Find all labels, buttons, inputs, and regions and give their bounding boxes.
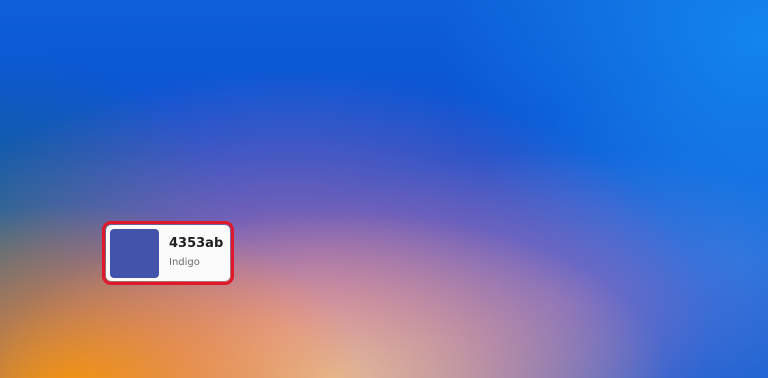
desktop-wallpaper: 4353ab Indigo	[0, 0, 768, 378]
color-name-label: Indigo	[169, 257, 200, 268]
color-swatch	[110, 229, 159, 278]
color-card[interactable]: 4353ab Indigo	[102, 221, 234, 285]
color-hex-label: 4353ab	[169, 236, 224, 251]
